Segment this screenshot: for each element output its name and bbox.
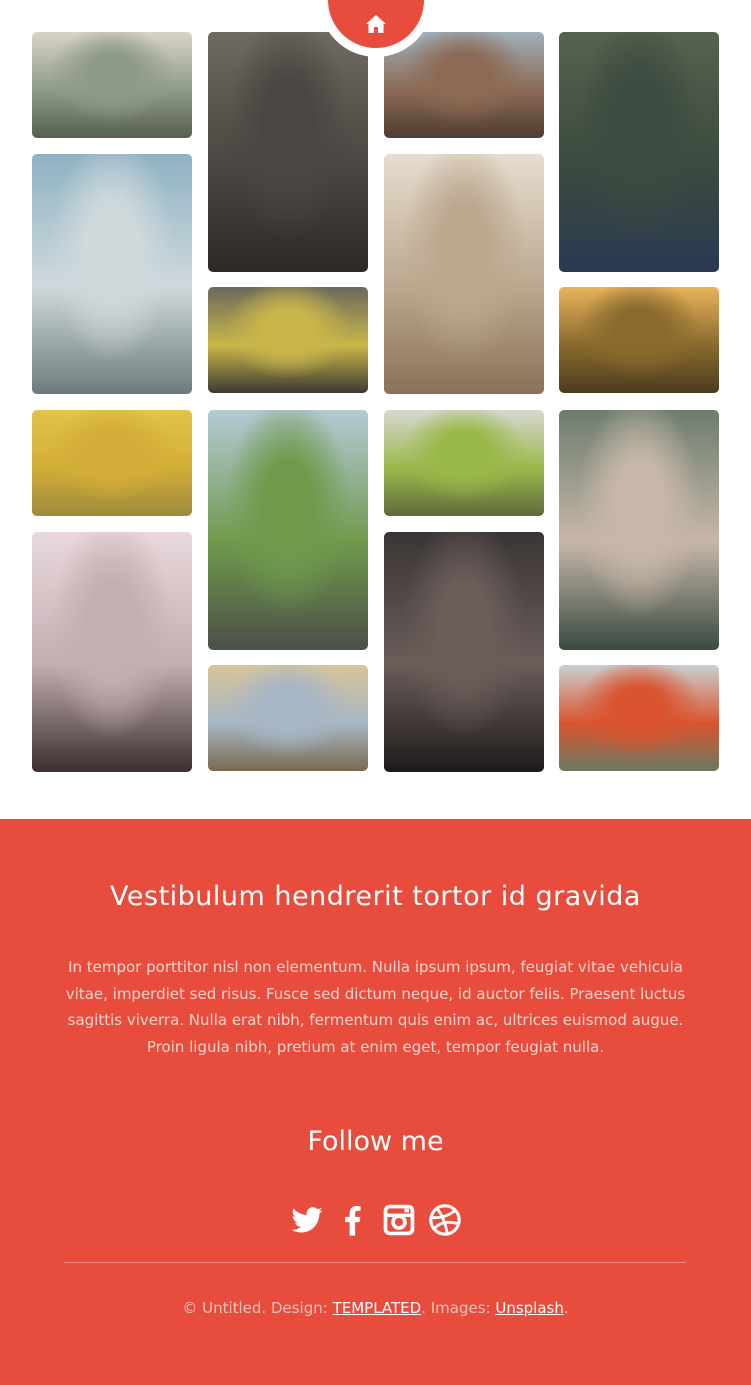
footer: Vestibulum hendrerit tortor id gravida I… <box>0 819 751 1385</box>
photo-woman-green-van[interactable] <box>384 410 544 516</box>
facebook-icon <box>344 1205 361 1236</box>
follow-title: Follow me <box>307 1126 444 1157</box>
photo-woman-park-hands-face[interactable] <box>208 410 368 650</box>
footer-body: In tempor porttitor nisl non elementum. … <box>65 958 686 1056</box>
instagram-icon <box>383 1204 414 1236</box>
instagram-link[interactable] <box>377 1203 421 1237</box>
photo-woman-blossom-portrait[interactable] <box>32 532 192 772</box>
photo-woman-hill[interactable] <box>32 32 192 138</box>
photo-woman-headscarf[interactable] <box>384 532 544 772</box>
copyright-end: . <box>563 1299 569 1317</box>
home-icon <box>366 15 386 33</box>
photo-woman-canyon[interactable] <box>384 32 544 138</box>
photo-woman-yellow-wall[interactable] <box>32 410 192 516</box>
social-links <box>0 1203 751 1237</box>
copyright: © Untitled. Design: TEMPLATED. Images: U… <box>0 1299 751 1317</box>
photo-woman-car-parking[interactable] <box>32 154 192 394</box>
photo-woman-conical-hat-lotus[interactable] <box>559 410 719 650</box>
twitter-link[interactable] <box>285 1203 329 1237</box>
photo-woman-flowers-bouquet[interactable] <box>559 32 719 272</box>
templated-link[interactable]: TEMPLATED <box>333 1299 422 1317</box>
photo-woman-sand-beach[interactable] <box>384 154 544 394</box>
dribbble-icon <box>428 1204 461 1236</box>
photo-woman-tunnel-graffiti[interactable] <box>208 287 368 393</box>
facebook-link[interactable] <box>331 1203 375 1237</box>
unsplash-link[interactable]: Unsplash <box>495 1299 564 1317</box>
footer-divider <box>64 1262 686 1263</box>
footer-title: Vestibulum hendrerit tortor id gravida <box>110 881 641 912</box>
photo-woman-red-jacket[interactable] <box>559 665 719 771</box>
copyright-prefix: © Untitled. Design: <box>182 1299 333 1317</box>
photo-woman-portrait-redlips[interactable] <box>208 32 368 272</box>
photo-woman-field-sunset[interactable] <box>208 665 368 771</box>
images-prefix: . Images: <box>421 1299 496 1317</box>
twitter-icon <box>290 1207 323 1233</box>
photo-woman-sunflower[interactable] <box>559 287 719 393</box>
dribbble-link[interactable] <box>423 1203 467 1237</box>
